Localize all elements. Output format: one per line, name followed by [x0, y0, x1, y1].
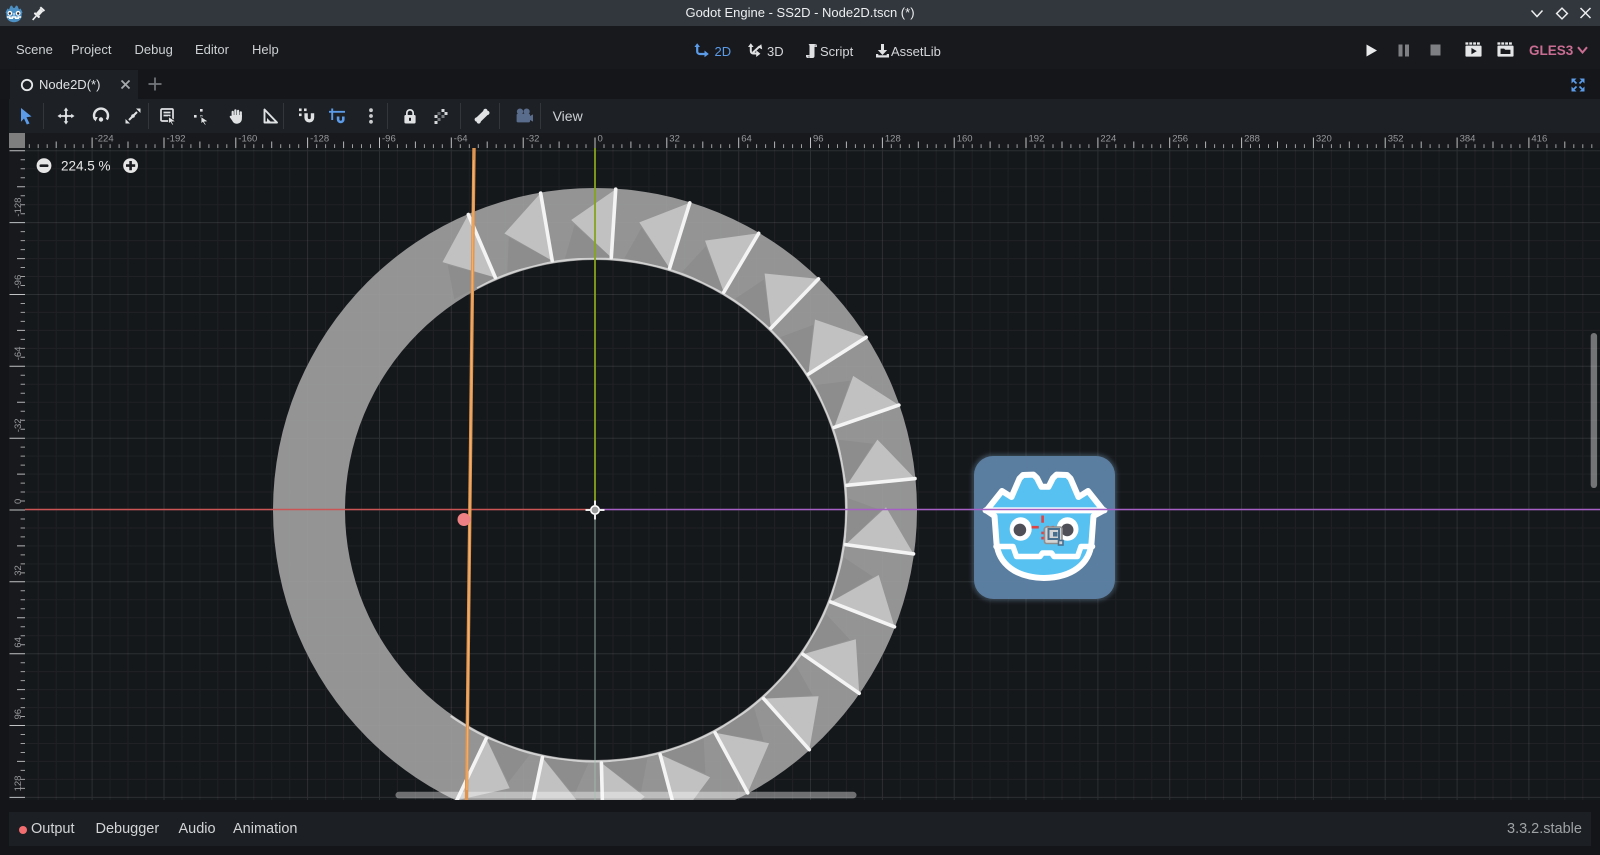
svg-text:224.5 %: 224.5 % — [61, 159, 111, 174]
svg-text:320: 320 — [1316, 134, 1332, 145]
svg-text:-64: -64 — [454, 134, 468, 145]
svg-text:128: 128 — [13, 776, 24, 792]
svg-text:-128: -128 — [310, 134, 329, 145]
svg-text:256: 256 — [1172, 134, 1188, 145]
svg-text:96: 96 — [13, 709, 24, 720]
svg-text:128: 128 — [885, 134, 901, 145]
svg-text:64: 64 — [13, 637, 24, 648]
svg-text:-128: -128 — [13, 198, 24, 217]
svg-text:0: 0 — [13, 499, 24, 504]
svg-text:-64: -64 — [13, 347, 24, 361]
svg-text:32: 32 — [13, 565, 24, 576]
svg-text:384: 384 — [1460, 134, 1476, 145]
svg-text:0: 0 — [598, 134, 603, 145]
svg-text:416: 416 — [1531, 134, 1547, 145]
svg-text:-32: -32 — [526, 134, 540, 145]
svg-text:-96: -96 — [382, 134, 396, 145]
svg-text:288: 288 — [1244, 134, 1260, 145]
svg-text:352: 352 — [1388, 134, 1404, 145]
svg-text:-32: -32 — [13, 418, 24, 432]
svg-text:64: 64 — [741, 134, 752, 145]
svg-text:96: 96 — [813, 134, 824, 145]
svg-text:32: 32 — [669, 134, 680, 145]
svg-text:-96: -96 — [13, 275, 24, 289]
svg-text:224: 224 — [1100, 134, 1116, 145]
svg-text:-224: -224 — [95, 134, 114, 145]
svg-text:-160: -160 — [238, 134, 257, 145]
svg-text:192: 192 — [1029, 134, 1045, 145]
svg-text:160: 160 — [957, 134, 973, 145]
svg-text:-192: -192 — [167, 134, 186, 145]
